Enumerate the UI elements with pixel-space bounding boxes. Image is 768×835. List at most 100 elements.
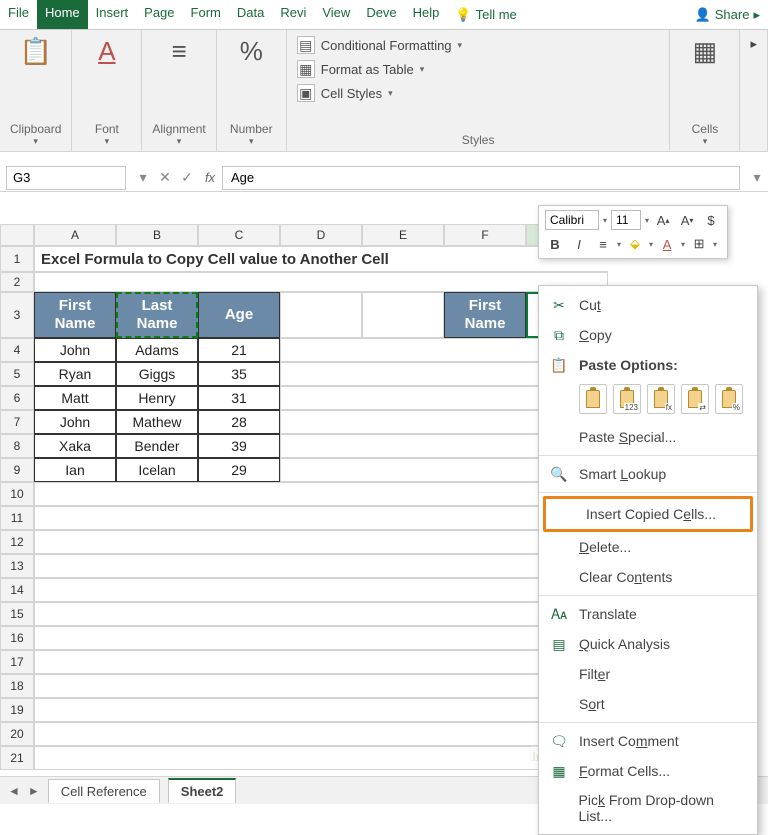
- increase-font-icon[interactable]: A▴: [653, 210, 673, 230]
- row-header[interactable]: 19: [0, 698, 34, 722]
- menu-sort[interactable]: Sort: [539, 689, 757, 719]
- decrease-font-icon[interactable]: A▾: [677, 210, 697, 230]
- menu-cut[interactable]: ✂Cut: [539, 290, 757, 320]
- row-header[interactable]: 20: [0, 722, 34, 746]
- share-button[interactable]: 👤Share▸: [687, 0, 768, 29]
- menu-clear-contents[interactable]: Clear Contents: [539, 562, 757, 592]
- menu-delete[interactable]: Delete...: [539, 532, 757, 562]
- row-header[interactable]: 3: [0, 292, 34, 338]
- menu-paste-special[interactable]: Paste Special...: [539, 422, 757, 452]
- row-header[interactable]: 17: [0, 650, 34, 674]
- menu-insert-comment[interactable]: 🗨Insert Comment: [539, 726, 757, 756]
- namebox-dropdown[interactable]: ▾: [132, 169, 154, 186]
- row-header[interactable]: 11: [0, 506, 34, 530]
- row-header[interactable]: 16: [0, 626, 34, 650]
- group-number[interactable]: % Number ▾: [217, 30, 287, 151]
- row-header[interactable]: 14: [0, 578, 34, 602]
- conditional-formatting-button[interactable]: ▤Conditional Formatting▾: [297, 36, 462, 54]
- paste-option-transpose[interactable]: ⇄: [681, 384, 709, 414]
- row-header[interactable]: 6: [0, 386, 34, 410]
- menu-filter[interactable]: Filter: [539, 659, 757, 689]
- menu-smart-lookup[interactable]: 🔍Smart Lookup: [539, 459, 757, 489]
- formula-input[interactable]: [222, 166, 740, 190]
- tab-review[interactable]: Revi: [272, 0, 314, 29]
- ribbon-overflow[interactable]: ▸: [740, 30, 768, 151]
- menu-pick-dropdown[interactable]: Pick From Drop-down List...: [539, 786, 757, 830]
- enter-icon[interactable]: ✓: [176, 169, 198, 186]
- menu-copy[interactable]: ⧉Copy: [539, 320, 757, 350]
- tab-file[interactable]: File: [0, 0, 37, 29]
- tell-me[interactable]: 💡Tell me: [447, 0, 524, 29]
- group-cells[interactable]: ▦ Cells ▾: [670, 30, 740, 151]
- tab-insert[interactable]: Insert: [88, 0, 137, 29]
- italic-button[interactable]: I: [569, 234, 589, 254]
- col-header[interactable]: C: [198, 224, 280, 246]
- group-alignment[interactable]: ≡ Alignment ▾: [142, 30, 216, 151]
- row-header[interactable]: 21: [0, 746, 34, 770]
- row-header[interactable]: 13: [0, 554, 34, 578]
- fill-color-button[interactable]: ⬙: [625, 234, 645, 254]
- row-header[interactable]: 18: [0, 674, 34, 698]
- group-font[interactable]: A Font ▾: [72, 30, 142, 151]
- col-header[interactable]: D: [280, 224, 362, 246]
- paste-option-values[interactable]: 123: [613, 384, 641, 414]
- tab-formulas[interactable]: Form: [183, 0, 229, 29]
- paste-option-default[interactable]: [579, 384, 607, 414]
- row-header[interactable]: 12: [0, 530, 34, 554]
- ribbon-tabs: File Home Insert Page Form Data Revi Vie…: [0, 0, 768, 30]
- mini-font-name[interactable]: [545, 210, 599, 230]
- copy-icon: ⧉: [549, 326, 569, 344]
- header-last-name[interactable]: LastName: [116, 292, 198, 338]
- title-cell[interactable]: Excel Formula to Copy Cell value to Anot…: [34, 246, 608, 272]
- share-icon: 👤: [695, 7, 711, 23]
- row-header[interactable]: 8: [0, 434, 34, 458]
- bold-button[interactable]: B: [545, 234, 565, 254]
- tab-view[interactable]: View: [314, 0, 358, 29]
- row-header[interactable]: 5: [0, 362, 34, 386]
- select-all-corner[interactable]: [0, 224, 34, 246]
- tab-help[interactable]: Help: [405, 0, 448, 29]
- fx-icon[interactable]: fx: [198, 170, 222, 185]
- format-as-table-button[interactable]: ▦Format as Table▾: [297, 60, 462, 78]
- sheet-nav-next[interactable]: ►: [28, 784, 40, 798]
- group-clipboard[interactable]: 📋 Clipboard ▾: [0, 30, 72, 151]
- currency-icon[interactable]: $: [701, 210, 721, 230]
- sheet-tab-active[interactable]: Sheet2: [168, 778, 237, 803]
- header2-first-name[interactable]: FirstName: [444, 292, 526, 338]
- tab-page[interactable]: Page: [136, 0, 182, 29]
- name-box[interactable]: [6, 166, 126, 190]
- format-icon: ▦: [549, 762, 569, 780]
- border-button[interactable]: ⊞: [689, 234, 709, 254]
- col-header[interactable]: E: [362, 224, 444, 246]
- cancel-icon[interactable]: ✕: [154, 169, 176, 186]
- formula-expand[interactable]: ▾: [746, 169, 768, 186]
- translate-icon: 🗛: [549, 605, 569, 623]
- menu-insert-copied-cells[interactable]: Insert Copied Cells...: [546, 499, 750, 529]
- row-header[interactable]: 10: [0, 482, 34, 506]
- font-color-button[interactable]: A: [657, 234, 677, 254]
- tab-home[interactable]: Home: [37, 0, 88, 29]
- row-header[interactable]: 9: [0, 458, 34, 482]
- menu-format-cells[interactable]: ▦Format Cells...: [539, 756, 757, 786]
- col-header[interactable]: F: [444, 224, 526, 246]
- row-header[interactable]: 15: [0, 602, 34, 626]
- row-header[interactable]: 2: [0, 272, 34, 292]
- tab-developer[interactable]: Deve: [358, 0, 404, 29]
- menu-translate[interactable]: 🗛Translate: [539, 599, 757, 629]
- row-header[interactable]: 4: [0, 338, 34, 362]
- tab-data[interactable]: Data: [229, 0, 272, 29]
- row-header[interactable]: 7: [0, 410, 34, 434]
- align-button[interactable]: ≡: [593, 234, 613, 254]
- mini-font-size[interactable]: [611, 210, 641, 230]
- sheet-nav-prev[interactable]: ◄: [8, 784, 20, 798]
- row-header[interactable]: 1: [0, 246, 34, 272]
- col-header[interactable]: B: [116, 224, 198, 246]
- paste-option-formatting[interactable]: %: [715, 384, 743, 414]
- header-age[interactable]: Age: [198, 292, 280, 338]
- header-first-name[interactable]: FirstName: [34, 292, 116, 338]
- cell-styles-button[interactable]: ▣Cell Styles▾: [297, 84, 462, 102]
- paste-option-formulas[interactable]: fx: [647, 384, 675, 414]
- col-header[interactable]: A: [34, 224, 116, 246]
- menu-quick-analysis[interactable]: ▤Quick Analysis: [539, 629, 757, 659]
- sheet-tab[interactable]: Cell Reference: [48, 779, 160, 803]
